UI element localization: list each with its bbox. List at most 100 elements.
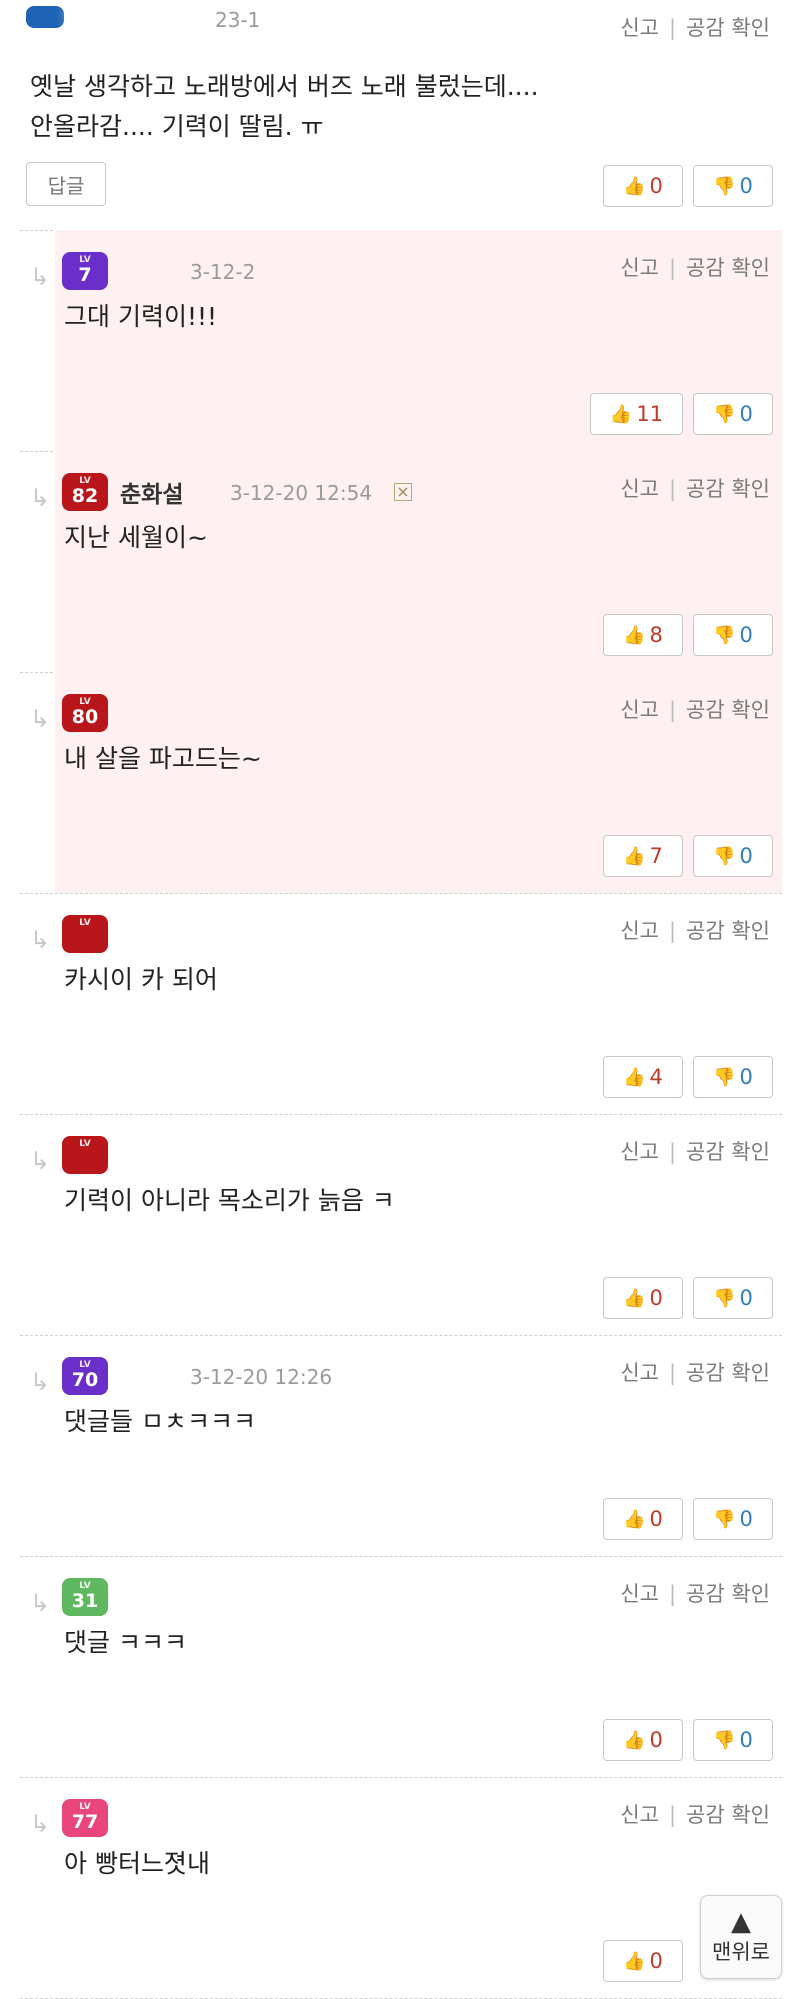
like-count: 4: [649, 1065, 663, 1089]
reply-item: ↳ LV 82 춘화설 3-12-20 12:54 × 신고 | 공감 확인 지난 …: [20, 451, 782, 673]
thumbs-down-icon: 👎: [713, 845, 736, 867]
reply-item: ↳ LV 신고 | 공감 확인 기력이 아니라 목소리가 늙음 ㅋ 👍 0 👎 0: [20, 1114, 782, 1336]
reply-arrow-icon: ↳: [30, 926, 51, 954]
dislike-count: 0: [739, 402, 753, 426]
like-button[interactable]: 👍 0: [603, 1719, 683, 1761]
reply-text: 댓글 ㅋㅋㅋ: [64, 1628, 187, 1657]
report-link[interactable]: 신고: [620, 919, 659, 943]
separator: |: [668, 1582, 677, 1606]
agree-check-link[interactable]: 공감 확인: [686, 698, 770, 722]
like-button[interactable]: 👍 11: [590, 393, 683, 435]
level-badge: LV 77: [62, 1799, 108, 1837]
separator: |: [668, 698, 677, 722]
separator: |: [668, 16, 677, 40]
dislike-button[interactable]: 👎 0: [693, 165, 773, 207]
like-button[interactable]: 👍 8: [603, 614, 683, 656]
block-icon[interactable]: ×: [394, 483, 412, 501]
reply-arrow-icon: ↳: [30, 484, 51, 512]
thumbs-up-icon: 👍: [623, 1729, 646, 1751]
thumbs-up-icon: 👍: [623, 845, 646, 867]
like-count: 8: [649, 623, 663, 647]
thumbs-up-icon: 👍: [623, 1508, 646, 1530]
reply-arrow-icon: ↳: [30, 1589, 51, 1617]
agree-check-link[interactable]: 공감 확인: [686, 1803, 770, 1827]
dislike-count: 0: [739, 174, 753, 198]
level-number: 7: [78, 264, 92, 286]
reply-item: ↳ LV 31 신고 | 공감 확인 댓글 ㅋㅋㅋ 👍 0 👎 0: [20, 1556, 782, 1778]
thumbs-down-icon: 👎: [713, 624, 736, 646]
comment-time: 23-1: [215, 8, 261, 32]
separator: |: [668, 477, 677, 501]
dislike-button[interactable]: 👎 0: [693, 393, 773, 435]
level-number: 70: [71, 1369, 99, 1391]
like-button[interactable]: 👍 0: [603, 1498, 683, 1540]
reply-text: 내 살을 파고드는~: [64, 744, 262, 773]
thumbs-up-icon: 👍: [623, 175, 646, 197]
like-button[interactable]: 👍 7: [603, 835, 683, 877]
dislike-button[interactable]: 👎 0: [693, 1277, 773, 1319]
reply-button[interactable]: 답글: [26, 162, 106, 206]
like-button[interactable]: 👍 0: [603, 1940, 683, 1982]
level-prefix: LV: [79, 697, 91, 707]
agree-check-link[interactable]: 공감 확인: [686, 477, 770, 501]
level-number: 31: [71, 1590, 99, 1612]
level-badge: LV 70: [62, 1357, 108, 1395]
level-number: 77: [71, 1811, 99, 1833]
report-link[interactable]: 신고: [620, 256, 659, 280]
report-link[interactable]: 신고: [620, 1140, 659, 1164]
separator: |: [668, 1803, 677, 1827]
level-badge: LV 7: [62, 252, 108, 290]
like-button[interactable]: 👍 4: [603, 1056, 683, 1098]
dislike-button[interactable]: 👎 0: [693, 1719, 773, 1761]
reply-time: 3-12-20 12:26: [190, 1365, 333, 1389]
agree-check-link[interactable]: 공감 확인: [686, 16, 770, 40]
report-link[interactable]: 신고: [620, 477, 659, 501]
reply-text: 아 빵터느졋내: [64, 1849, 210, 1878]
agree-check-link[interactable]: 공감 확인: [686, 1361, 770, 1385]
level-prefix: LV: [79, 476, 91, 486]
reply-text: 기력이 아니라 목소리가 늙음 ㅋ: [64, 1186, 395, 1215]
agree-check-link[interactable]: 공감 확인: [686, 1582, 770, 1606]
level-prefix: LV: [79, 1802, 91, 1812]
report-link[interactable]: 신고: [620, 16, 659, 40]
up-arrow-icon: ▲: [731, 1907, 751, 1937]
separator: |: [668, 919, 677, 943]
level-number: 82: [71, 485, 99, 507]
reply-arrow-icon: ↳: [30, 1147, 51, 1175]
reply-item: ↳ LV 7 3-12-2 신고 | 공감 확인 그대 기력이!!! 👍 11 👎 0: [20, 230, 782, 452]
thumbs-down-icon: 👎: [713, 1066, 736, 1088]
reply-actions: 신고 | 공감 확인: [620, 1799, 770, 1829]
like-count: 0: [649, 174, 663, 198]
dislike-button[interactable]: 👎 0: [693, 1056, 773, 1098]
reply-text: 카시이 카 되어: [64, 965, 218, 994]
dislike-button[interactable]: 👎 0: [693, 835, 773, 877]
reply-actions: 신고 | 공감 확인: [620, 1136, 770, 1166]
comment-item: 23-1 신고 | 공감 확인 옛날 생각하고 노래방에서 버즈 노래 불렀는데..…: [20, 0, 782, 231]
reply-item: ↳ LV 70 3-12-20 12:26 신고 | 공감 확인 댓글들 ㅁㅊㅋㅋㅋ…: [20, 1335, 782, 1557]
level-badge: LV 80: [62, 694, 108, 732]
reply-arrow-icon: ↳: [30, 1368, 51, 1396]
like-count: 0: [649, 1507, 663, 1531]
reply-actions: 신고 | 공감 확인: [620, 1357, 770, 1387]
dislike-button[interactable]: 👎 0: [693, 614, 773, 656]
reply-arrow-icon: ↳: [30, 263, 51, 291]
report-link[interactable]: 신고: [620, 1582, 659, 1606]
scroll-to-top-button[interactable]: ▲ 맨위로: [700, 1895, 782, 1979]
level-prefix: LV: [79, 255, 91, 265]
report-link[interactable]: 신고: [620, 1361, 659, 1385]
agree-check-link[interactable]: 공감 확인: [686, 256, 770, 280]
report-link[interactable]: 신고: [620, 698, 659, 722]
thumbs-down-icon: 👎: [713, 1729, 736, 1751]
agree-check-link[interactable]: 공감 확인: [686, 919, 770, 943]
separator: |: [668, 1140, 677, 1164]
like-count: 0: [649, 1949, 663, 1973]
like-button[interactable]: 👍 0: [603, 165, 683, 207]
reply-nickname: 춘화설: [120, 482, 184, 508]
dislike-button[interactable]: 👎 0: [693, 1498, 773, 1540]
report-link[interactable]: 신고: [620, 1803, 659, 1827]
reply-actions: 신고 | 공감 확인: [620, 915, 770, 945]
like-button[interactable]: 👍 0: [603, 1277, 683, 1319]
agree-check-link[interactable]: 공감 확인: [686, 1140, 770, 1164]
comment-text-line2: 안올라감.... 기력이 딸림. ㅠ: [30, 112, 324, 141]
reply-actions: 신고 | 공감 확인: [620, 694, 770, 724]
